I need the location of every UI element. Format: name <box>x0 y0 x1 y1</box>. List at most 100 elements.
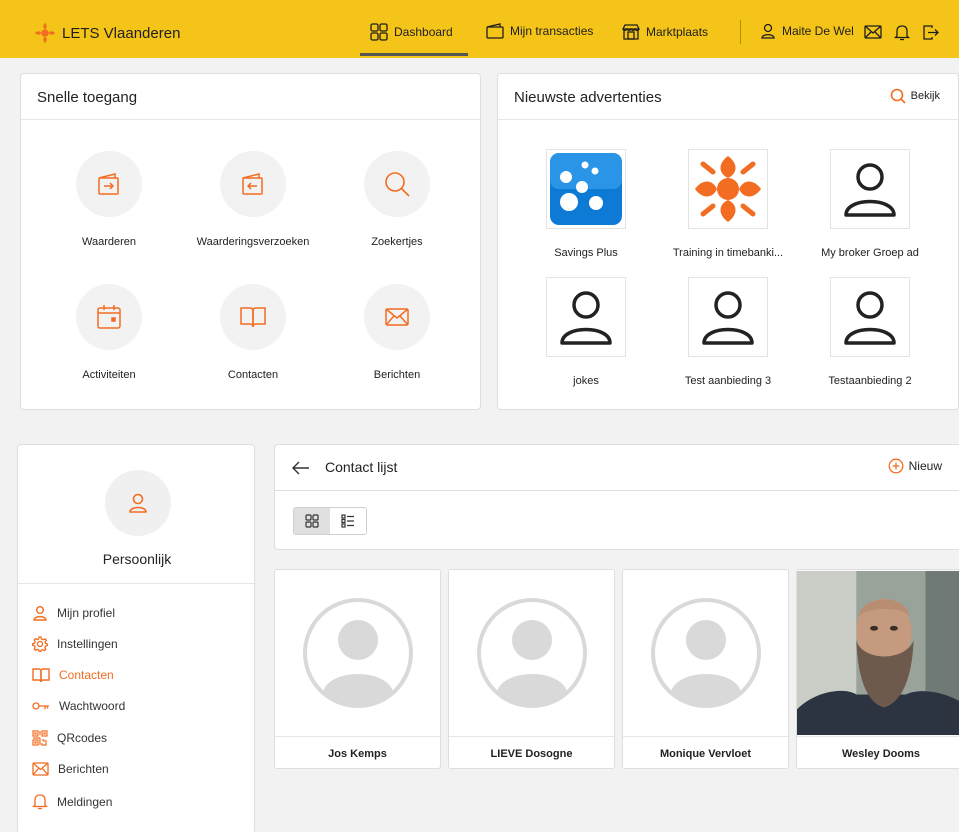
mail-icon <box>32 762 49 776</box>
sidebar-item-label: Wachtwoord <box>59 699 126 713</box>
icon-circle <box>220 284 286 350</box>
sidebar-item-label: Instellingen <box>57 637 118 651</box>
card-title: Nieuwste advertenties <box>514 89 662 106</box>
contact-photo <box>797 570 959 736</box>
view-all-button[interactable]: Bekijk <box>890 88 940 104</box>
nav-label: Mijn transacties <box>510 24 594 38</box>
sidebar-item-instellingen[interactable]: Instellingen <box>32 636 118 652</box>
user-name: Maite De Wel <box>782 24 854 38</box>
contact-name: Jos Kemps <box>275 736 440 768</box>
nav-mijn-transacties[interactable]: Mijn transacties <box>486 23 593 39</box>
icon-circle <box>220 151 286 217</box>
ad-thumbnail <box>546 149 626 229</box>
lets-logo-icon[interactable] <box>34 22 56 44</box>
nav-label: Dashboard <box>394 25 453 39</box>
ad-item[interactable]: jokes <box>516 277 656 387</box>
contact-photo <box>449 570 614 736</box>
ad-label: Training in timebanki... <box>672 247 784 259</box>
ad-label: jokes <box>573 375 599 387</box>
contact-card[interactable]: Wesley Dooms <box>796 569 959 769</box>
list-icon <box>341 514 354 528</box>
contact-card[interactable]: LIEVE Dosogne <box>448 569 615 769</box>
ad-thumbnail <box>830 149 910 229</box>
sidebar-item-label: QRcodes <box>57 731 108 745</box>
search-icon <box>385 172 410 197</box>
book-icon <box>32 668 50 683</box>
mail-icon <box>385 308 409 326</box>
key-icon <box>32 702 49 710</box>
gear-icon <box>32 636 48 652</box>
avatar-placeholder-icon <box>476 598 587 708</box>
person-photo-icon <box>797 570 959 736</box>
qr-icon <box>32 730 48 746</box>
savings-plus-logo-icon <box>550 153 622 225</box>
sidebar-item-mijn-profiel[interactable]: Mijn profiel <box>32 605 115 621</box>
icon-circle <box>364 284 430 350</box>
user-placeholder-icon <box>844 291 896 345</box>
search-icon <box>890 88 906 104</box>
icon-circle <box>364 151 430 217</box>
contact-list-header: Contact lijst Nieuw <box>274 444 959 491</box>
nav-marktplaats[interactable]: Marktplaats <box>622 23 708 41</box>
page-title: Contact lijst <box>325 459 398 475</box>
sidebar-item-wachtwoord[interactable]: Wachtwoord <box>32 699 125 713</box>
wallet-in-icon <box>98 173 119 195</box>
user-placeholder-icon <box>844 163 896 217</box>
view-toggle <box>293 507 367 535</box>
quick-zoekertjes[interactable]: Zoekertjes <box>327 151 467 248</box>
sidebar-item-berichten[interactable]: Berichten <box>32 762 109 776</box>
mail-icon[interactable] <box>864 24 882 40</box>
quick-waarderingsverzoeken[interactable]: Waarderingsverzoeken <box>183 151 323 248</box>
quick-berichten[interactable]: Berichten <box>327 284 467 381</box>
ad-item[interactable]: My broker Groep ad <box>800 149 940 259</box>
sidebar-item-label: Mijn profiel <box>57 606 116 620</box>
sidebar-item-meldingen[interactable]: Meldingen <box>32 793 112 810</box>
quick-waarderen[interactable]: Waarderen <box>39 151 179 248</box>
top-bar: LETS Vlaanderen Dashboard Mijn transacti… <box>0 0 959 58</box>
grid-icon <box>305 514 319 528</box>
back-arrow-icon[interactable] <box>291 459 311 477</box>
quick-contacten[interactable]: Contacten <box>183 284 323 381</box>
wallet-icon <box>486 23 504 39</box>
nav-dashboard[interactable]: Dashboard <box>370 23 453 41</box>
view-all-label: Bekijk <box>910 90 940 102</box>
new-contact-button[interactable]: Nieuw <box>888 458 942 474</box>
quick-activiteiten[interactable]: Activiteiten <box>39 284 179 381</box>
ad-item[interactable]: Savings Plus <box>516 149 656 259</box>
brand-name[interactable]: LETS Vlaanderen <box>62 25 180 42</box>
ad-label: Testaanbieding 2 <box>828 375 912 387</box>
calendar-icon <box>97 305 121 329</box>
card-title: Snelle toegang <box>37 89 138 106</box>
quick-label: Activiteiten <box>82 369 136 381</box>
user-placeholder-icon <box>702 291 754 345</box>
contact-card[interactable]: Monique Vervloet <box>622 569 789 769</box>
ad-item[interactable]: Test aanbieding 3 <box>658 277 798 387</box>
ad-label: Savings Plus <box>554 247 618 259</box>
sidebar-item-qrcodes[interactable]: QRcodes <box>32 730 107 746</box>
active-nav-indicator <box>360 53 468 56</box>
personal-sidebar: Persoonlijk Mijn profiel Instellingen Co… <box>17 444 256 832</box>
contact-card[interactable]: Jos Kemps <box>274 569 441 769</box>
avatar-placeholder-icon <box>650 598 761 708</box>
ad-label: Test aanbieding 3 <box>684 375 772 387</box>
sidebar-item-label: Meldingen <box>57 794 113 809</box>
sidebar-title: Persoonlijk <box>102 551 172 567</box>
bell-icon[interactable] <box>894 24 910 41</box>
book-icon <box>240 307 266 328</box>
ad-thumbnail <box>830 277 910 357</box>
ad-thumbnail <box>688 149 768 229</box>
list-view-button[interactable] <box>330 508 366 534</box>
logout-icon[interactable] <box>922 24 940 41</box>
timebanking-logo-icon <box>695 156 761 222</box>
store-icon <box>622 24 640 40</box>
grid-icon <box>370 23 388 41</box>
sidebar-item-contacten[interactable]: Contacten <box>32 667 114 683</box>
quick-access-card: Snelle toegang Waarderen Waarderingsverz… <box>20 73 481 410</box>
user-icon <box>129 493 147 513</box>
avatar[interactable] <box>105 470 171 536</box>
grid-view-button[interactable] <box>294 508 330 534</box>
ad-item[interactable]: Training in timebanki... <box>658 149 798 259</box>
quick-label: Contacten <box>227 369 279 381</box>
user-menu[interactable]: Maite De Wel <box>760 23 854 39</box>
ad-item[interactable]: Testaanbieding 2 <box>800 277 940 387</box>
